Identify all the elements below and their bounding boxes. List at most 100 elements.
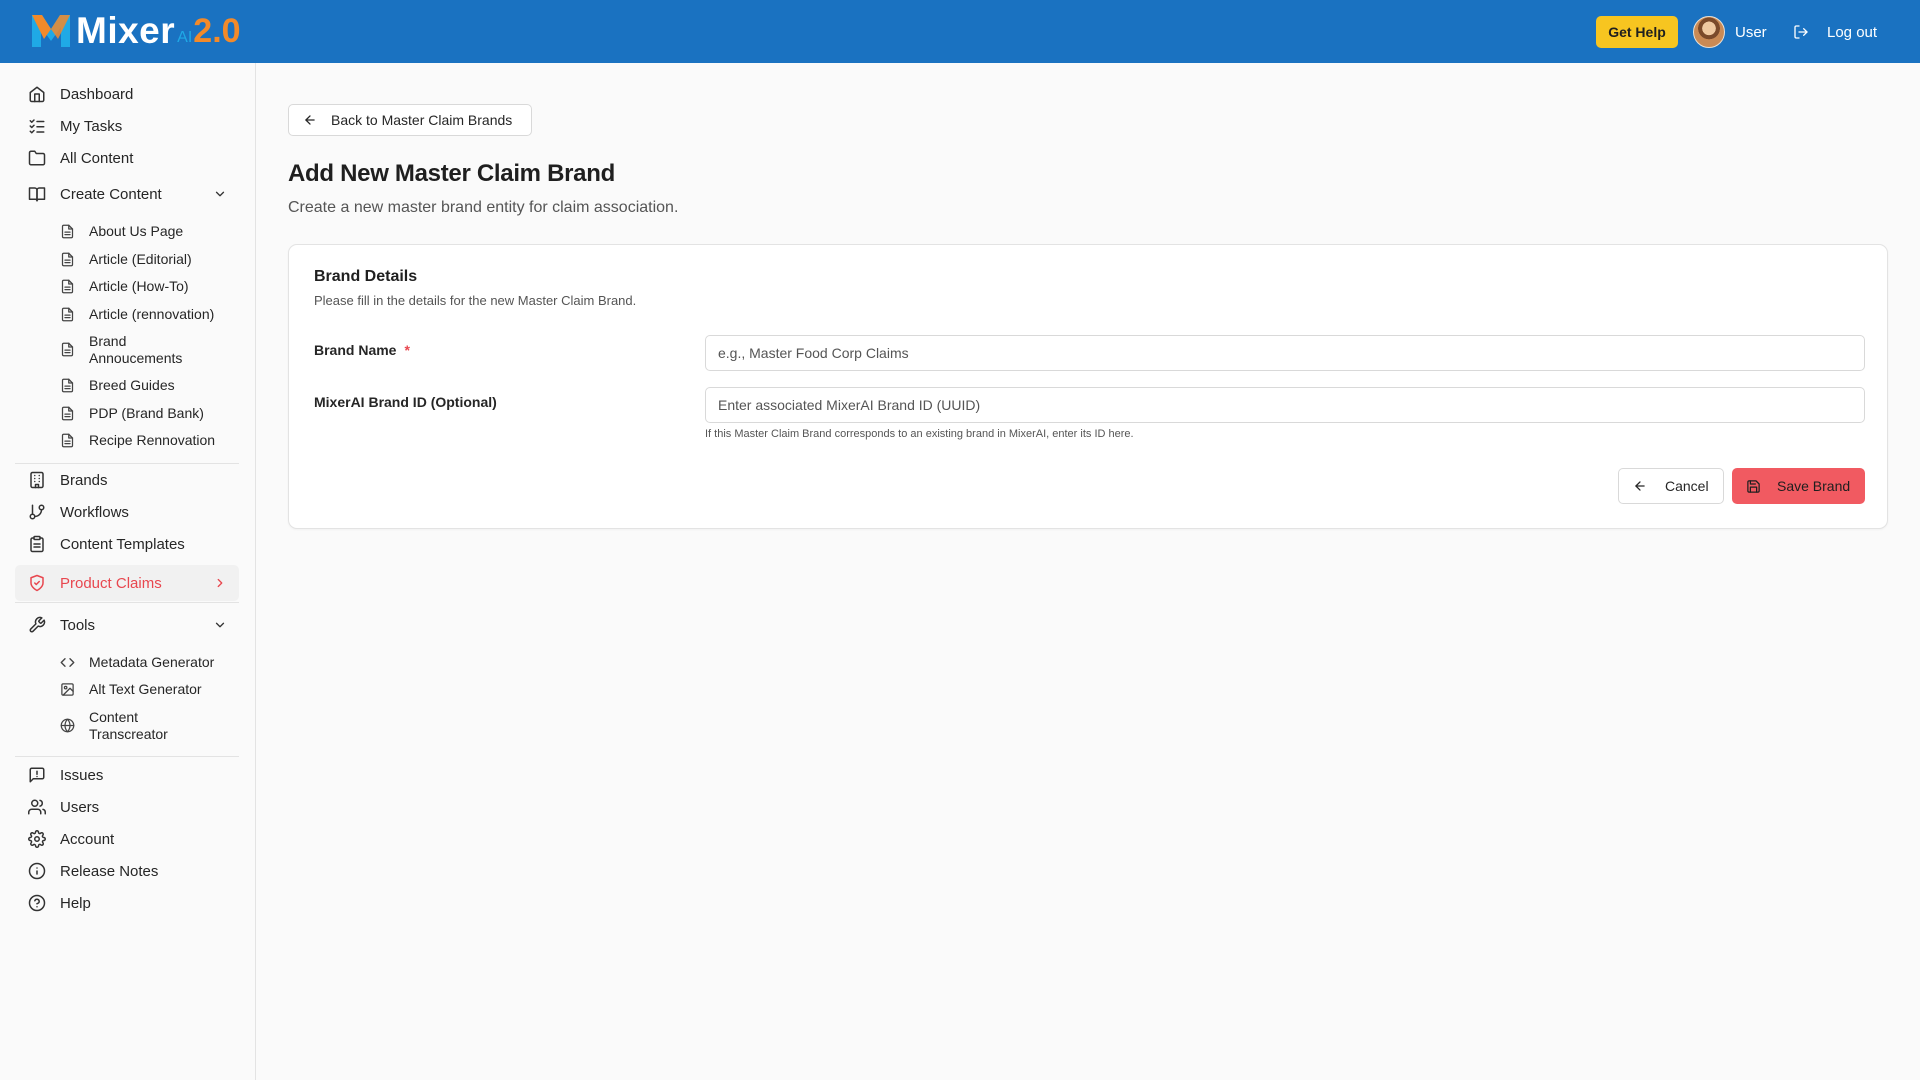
sidebar-subitem-breed-guides[interactable]: Breed Guides	[60, 377, 240, 394]
book-icon	[28, 187, 46, 202]
globe-icon	[60, 718, 75, 733]
sidebar-item-brands[interactable]: Brands	[15, 465, 239, 495]
cancel-button-label: Cancel	[1665, 478, 1709, 494]
sidebar-subitem-label: PDP (Brand Bank)	[89, 405, 204, 421]
building-icon	[30, 471, 44, 489]
sidebar-item-dashboard[interactable]: Dashboard	[15, 79, 239, 109]
sidebar-subitem-article-how-to[interactable]: Article (How-To)	[60, 278, 240, 295]
chevron-down-icon	[215, 191, 225, 197]
sidebar-item-label: Brands	[60, 471, 108, 489]
sidebar-item-label: Help	[60, 894, 91, 912]
sidebar-subitem-label: Brand Annoucements	[89, 333, 183, 366]
sidebar-item-help[interactable]: Help	[15, 888, 239, 918]
sidebar-subitem-label: Article (How-To)	[89, 278, 189, 294]
sidebar-item-release-notes[interactable]: Release Notes	[15, 856, 239, 886]
user-menu[interactable]: User	[1693, 16, 1767, 48]
save-icon	[1747, 479, 1760, 493]
sidebar-divider	[15, 602, 239, 603]
sidebar-subitem-article-rennovation[interactable]: Article (rennovation)	[60, 306, 240, 323]
card-description: Please fill in the details for the new M…	[314, 293, 637, 308]
sidebar-subitem-about-us-page[interactable]: About Us Page	[60, 223, 240, 240]
file-icon	[61, 406, 74, 421]
image-icon	[61, 683, 74, 696]
brand-id-input[interactable]	[705, 387, 1865, 423]
sidebar-item-workflows[interactable]: Workflows	[15, 497, 239, 527]
sidebar-item-label: Release Notes	[60, 862, 159, 880]
save-brand-button[interactable]: Save Brand	[1732, 468, 1865, 504]
back-to-master-claim-brands-button[interactable]: Back to Master Claim Brands	[288, 104, 532, 136]
logo-wordmark: Mixer	[76, 10, 176, 51]
brand-name-label-text: Brand Name	[314, 342, 397, 358]
sidebar-item-label: My Tasks	[60, 117, 123, 135]
sidebar-item-label: Product Claims	[60, 574, 162, 592]
brand-name-input[interactable]	[705, 335, 1865, 371]
page-subtitle: Create a new master brand entity for cla…	[288, 199, 679, 216]
file-icon	[61, 342, 74, 357]
sidebar-subitem-label: Content Transcreator	[89, 709, 168, 742]
logout-button[interactable]: Log out	[1793, 16, 1877, 48]
sidebar-item-create-content[interactable]: Create Content	[15, 179, 239, 209]
required-marker: *	[404, 342, 410, 358]
logo-version: 2.0	[193, 11, 241, 50]
brand-details-card: Brand Details Please fill in the details…	[288, 244, 1888, 529]
sidebar-subitem-label: Metadata Generator	[89, 654, 215, 670]
wrench-icon	[29, 616, 46, 633]
mixer-ai-logo[interactable]: Mixer AI 2.0	[30, 10, 241, 52]
home-icon	[29, 86, 45, 103]
save-button-label: Save Brand	[1777, 478, 1851, 494]
sidebar-subitem-label: Article (rennovation)	[89, 306, 215, 322]
sidebar-item-label: Content Templates	[60, 535, 185, 553]
git-branch-icon	[29, 504, 45, 520]
get-help-button[interactable]: Get Help	[1596, 16, 1678, 48]
users-icon	[28, 799, 46, 815]
cancel-button[interactable]: Cancel	[1618, 468, 1724, 504]
sidebar-item-label: Create Content	[60, 185, 162, 203]
sidebar-subitem-label: Article (Editorial)	[89, 251, 192, 267]
top-bar: Mixer AI 2.0 Get Help User Log out	[0, 0, 1920, 63]
help-circle-icon	[28, 894, 46, 912]
folder-icon	[28, 150, 46, 166]
sidebar-divider	[15, 463, 239, 464]
sidebar-item-product-claims[interactable]: Product Claims	[15, 565, 239, 601]
sidebar: Dashboard My Tasks All Content Create Co…	[0, 63, 256, 1080]
sidebar-subitem-article-editorial[interactable]: Article (Editorial)	[60, 251, 240, 268]
gear-icon	[28, 830, 46, 848]
sidebar-subitem-alt-text-generator[interactable]: Alt Text Generator	[60, 681, 240, 698]
brand-id-label: MixerAI Brand ID (Optional)	[314, 394, 497, 410]
sidebar-item-content-templates[interactable]: Content Templates	[15, 529, 239, 559]
sidebar-subitem-brand-annoucements[interactable]: Brand Annoucements	[60, 333, 220, 367]
sidebar-item-label: Workflows	[60, 503, 129, 521]
brand-name-label: Brand Name *	[314, 342, 410, 358]
logo-ai-mark: AI	[177, 29, 193, 46]
chevron-down-icon	[215, 622, 225, 628]
sidebar-item-account[interactable]: Account	[15, 824, 239, 854]
back-button-label: Back to Master Claim Brands	[331, 112, 513, 128]
sidebar-item-label: Account	[60, 830, 115, 848]
user-name: User	[1735, 23, 1767, 41]
sidebar-item-users[interactable]: Users	[15, 792, 239, 822]
chevron-right-icon	[217, 578, 223, 588]
message-alert-icon	[29, 767, 45, 783]
sidebar-subitem-pdp-brand-bank[interactable]: PDP (Brand Bank)	[60, 405, 240, 422]
sidebar-subitem-label: Breed Guides	[89, 377, 175, 393]
file-icon	[61, 224, 74, 239]
sidebar-item-my-tasks[interactable]: My Tasks	[15, 111, 239, 141]
sidebar-subitem-metadata-generator[interactable]: Metadata Generator	[60, 654, 240, 671]
sidebar-item-issues[interactable]: Issues	[15, 760, 239, 790]
file-icon	[61, 378, 74, 393]
sidebar-item-label: Users	[60, 798, 100, 816]
sidebar-subitem-content-transcreator[interactable]: Content Transcreator	[60, 709, 220, 743]
sidebar-item-all-content[interactable]: All Content	[15, 143, 239, 173]
sidebar-subitem-recipe-rennovation[interactable]: Recipe Rennovation	[60, 432, 240, 449]
card-title: Brand Details	[314, 268, 418, 285]
sidebar-subitem-label: About Us Page	[89, 223, 184, 239]
code-icon	[60, 658, 75, 667]
shield-check-icon	[30, 574, 44, 592]
sidebar-item-tools[interactable]: Tools	[15, 610, 239, 640]
file-icon	[61, 252, 74, 267]
sidebar-subitem-label: Recipe Rennovation	[89, 432, 216, 448]
file-icon	[61, 279, 74, 294]
checklist-icon	[29, 119, 45, 134]
page-title: Add New Master Claim Brand	[288, 160, 615, 187]
sidebar-item-label: Dashboard	[60, 85, 134, 103]
